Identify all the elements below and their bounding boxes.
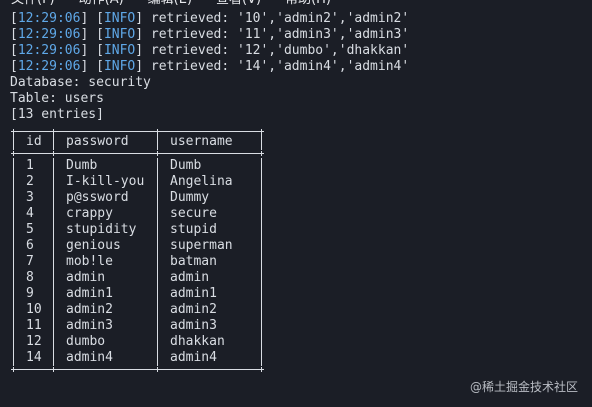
table-row: 2 I-kill-you Angelina <box>10 174 270 190</box>
cell-id: 2 <box>26 174 34 189</box>
watermark: @稀土掘金技术社区 <box>470 378 578 395</box>
entries-line: [13 entries] <box>10 107 104 122</box>
watermark-text: @稀土掘金技术社区 <box>469 380 578 394</box>
cell-id: 9 <box>26 286 34 301</box>
table-row: 7 mob!le batman <box>10 254 270 270</box>
cell-id: 6 <box>26 238 34 253</box>
table-corner <box>155 151 160 156</box>
cell-password: admin <box>66 270 106 285</box>
cell-password: mob!le <box>66 254 113 269</box>
table-row: 10 admin2 admin2 <box>10 302 270 318</box>
cell-id: 8 <box>26 270 34 285</box>
menu-bar: 文件(F) 动作(A) 编辑(E) 查看(V) 帮助(H) <box>0 0 343 9</box>
table-line: Table: users <box>10 91 104 106</box>
result-table: id password username 1 Dumb Dumb 2 I-kill-yo… <box>10 123 270 383</box>
cell-username: batman <box>170 254 217 269</box>
log-level: INFO <box>103 11 136 26</box>
log-time: 12:29:06 <box>17 43 81 58</box>
table-row: 8 admin admin <box>10 270 270 286</box>
cell-id: 11 <box>26 318 42 333</box>
terminal-output[interactable]: [12:29:06] [INFO] retrieved: '10','admin… <box>10 11 592 383</box>
header-username: username <box>170 134 233 149</box>
cell-username: admin4 <box>170 350 217 365</box>
cell-id: 5 <box>26 222 34 237</box>
cell-id: 1 <box>26 158 34 173</box>
header-id: id <box>26 134 42 149</box>
cell-password: I-kill-you <box>66 174 145 189</box>
menu-actions[interactable]: 动作(A) <box>67 0 136 9</box>
table-row: 3 p@ssword Dummy <box>10 190 270 206</box>
cell-username: Angelina <box>170 174 233 189</box>
log-line: [12:29:06] [INFO] retrieved: '11','admin… <box>10 27 410 42</box>
log-line: [12:29:06] [INFO] retrieved: '12','dumbo… <box>10 43 410 58</box>
table-row: 6 genious superman <box>10 238 270 254</box>
table-row: 5 stupidity stupid <box>10 222 270 238</box>
cell-username: superman <box>170 238 233 253</box>
table-row: 14 admin4 admin4 <box>10 350 270 366</box>
cell-id: 10 <box>26 302 42 317</box>
log-time: 12:29:06 <box>17 11 81 26</box>
log-message: retrieved: '14','admin4','admin4' <box>143 59 410 74</box>
terminal-window: 文件(F) 动作(A) 编辑(E) 查看(V) 帮助(H) [12:29:06]… <box>0 0 592 407</box>
log-message: retrieved: '12','dumbo','dhakkan' <box>143 43 410 58</box>
table-row: 12 dumbo dhakkan <box>10 334 270 350</box>
cell-username: admin <box>170 270 210 285</box>
log-time: 12:29:06 <box>17 59 81 74</box>
cell-username: admin2 <box>170 302 217 317</box>
cell-username: dhakkan <box>170 334 225 349</box>
log-message: retrieved: '11','admin3','admin3' <box>143 27 410 42</box>
cell-password: Dumb <box>66 158 98 173</box>
menu-file[interactable]: 文件(F) <box>0 0 67 9</box>
cell-password: stupidity <box>66 222 137 237</box>
log-level: INFO <box>103 59 136 74</box>
table-row: 1 Dumb Dumb <box>10 158 270 174</box>
cell-id: 7 <box>26 254 34 269</box>
table-corner <box>51 367 56 372</box>
cell-username: admin1 <box>170 286 217 301</box>
log-time: 12:29:06 <box>17 27 81 42</box>
cell-password: crappy <box>66 206 113 221</box>
cell-id: 14 <box>26 350 42 365</box>
table-row: 4 crappy secure <box>10 206 270 222</box>
menu-help[interactable]: 帮助(H) <box>273 0 343 9</box>
cell-password: admin1 <box>66 286 113 301</box>
cell-username: admin3 <box>170 318 217 333</box>
table-row: 11 admin3 admin3 <box>10 318 270 334</box>
cell-username: secure <box>170 206 217 221</box>
cell-password: p@ssword <box>66 190 129 205</box>
log-level: INFO <box>103 43 136 58</box>
cell-username: stupid <box>170 222 217 237</box>
table-corner <box>155 367 160 372</box>
menu-edit[interactable]: 编辑(E) <box>136 0 204 9</box>
cell-id: 3 <box>26 190 34 205</box>
table-row: 9 admin1 admin1 <box>10 286 270 302</box>
cell-password: admin2 <box>66 302 113 317</box>
log-line: [12:29:06] [INFO] retrieved: '14','admin… <box>10 59 410 74</box>
cell-username: Dummy <box>170 190 210 205</box>
cell-id: 12 <box>26 334 42 349</box>
cell-password: admin4 <box>66 350 113 365</box>
table-header-row: id password username <box>10 134 270 150</box>
cell-password: genious <box>66 238 121 253</box>
table-corner <box>11 367 16 372</box>
menu-view[interactable]: 查看(V) <box>204 0 273 9</box>
table-corner <box>11 151 16 156</box>
header-password: password <box>66 134 129 149</box>
cell-password: admin3 <box>66 318 113 333</box>
table-corner <box>259 367 264 372</box>
cell-id: 4 <box>26 206 34 221</box>
cell-username: Dumb <box>170 158 202 173</box>
table-body: 1 Dumb Dumb 2 I-kill-you Angelina 3 p@ssword Dum… <box>10 158 270 366</box>
log-line: [12:29:06] [INFO] retrieved: '10','admin… <box>10 11 410 26</box>
log-message: retrieved: '10','admin2','admin2' <box>143 11 410 26</box>
database-line: Database: security <box>10 75 151 90</box>
cell-password: dumbo <box>66 334 106 349</box>
table-corner <box>51 151 56 156</box>
log-level: INFO <box>103 27 136 42</box>
table-corner <box>259 151 264 156</box>
